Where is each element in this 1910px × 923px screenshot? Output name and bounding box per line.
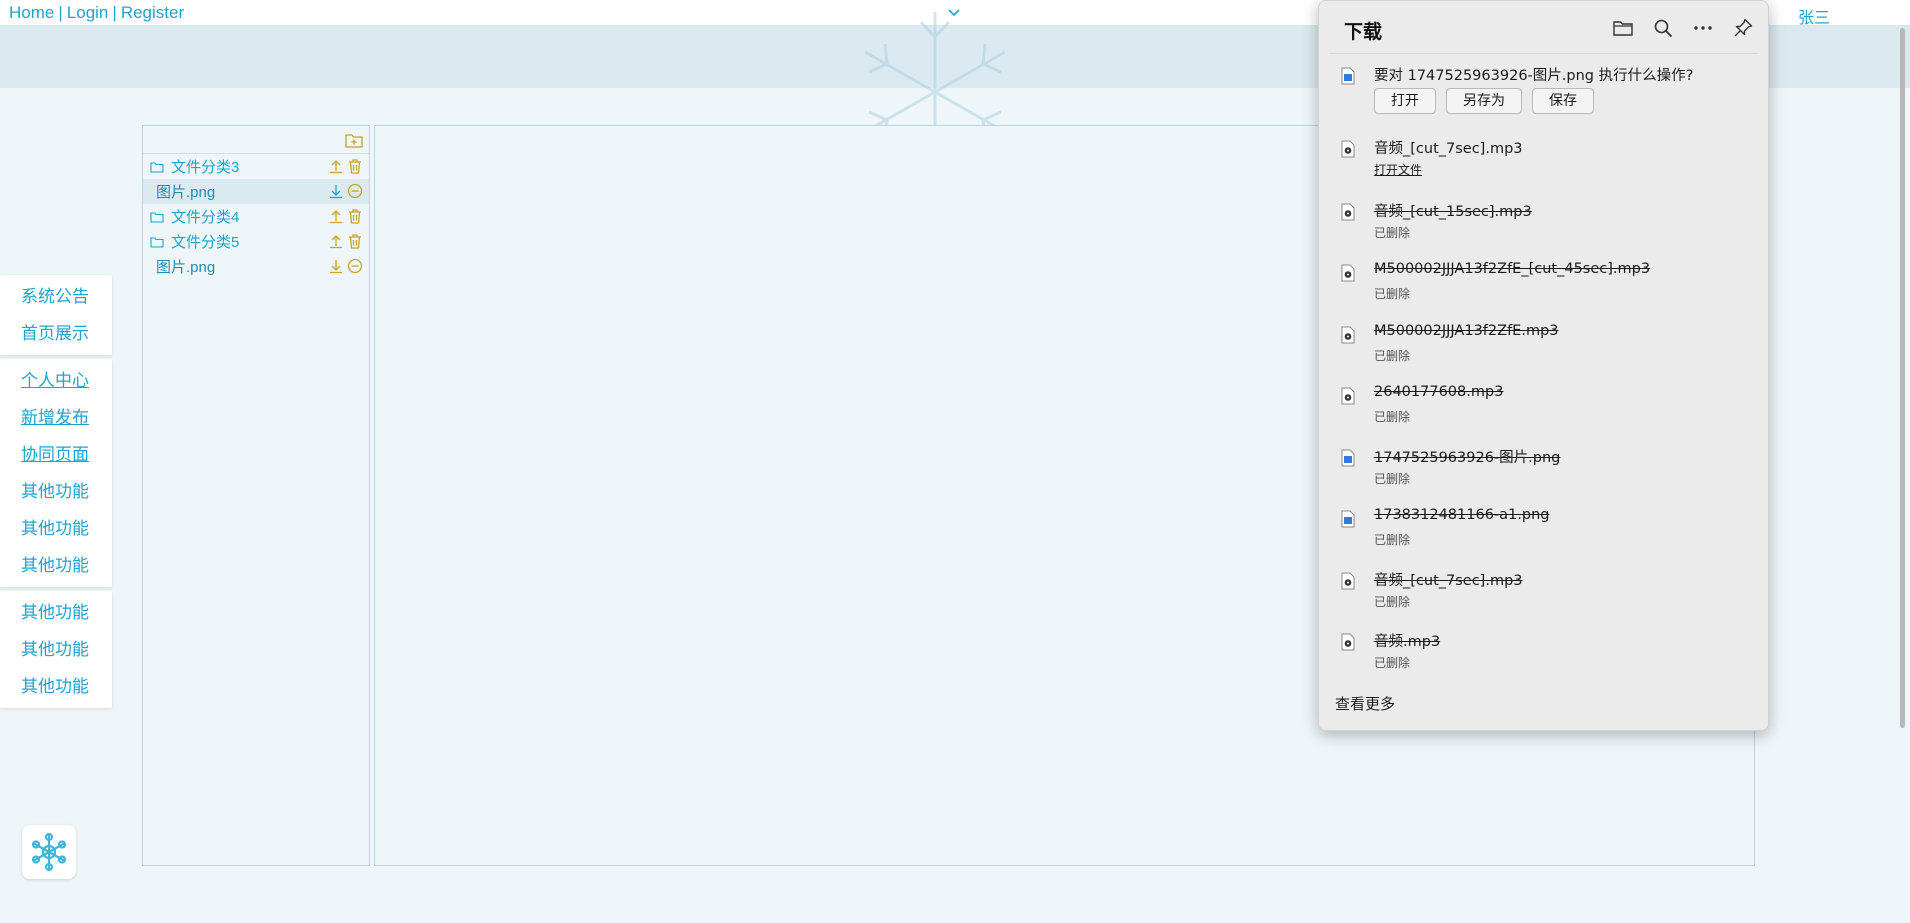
audio-file-icon	[1341, 326, 1355, 344]
side-menu: 系统公告 首页展示 个人中心 新增发布 协同页面 其他功能 其他功能 其他功能 …	[0, 275, 112, 712]
site-logo[interactable]	[22, 825, 76, 879]
upload-icon[interactable]	[328, 158, 344, 174]
trash-icon[interactable]	[347, 233, 363, 249]
downloads-toolbar	[1612, 17, 1754, 39]
download-filename: 音频_[cut_7sec].mp3	[1374, 573, 1523, 589]
download-filename: M500002JJJA13f2ZfE.mp3	[1374, 323, 1559, 339]
file-row[interactable]: 图片.png	[143, 179, 369, 204]
divider	[1329, 53, 1758, 54]
downloads-panel: 下载 要对 1747525963926-图片.png 执行什么操作? 打开 另存…	[1318, 0, 1769, 731]
nav-home-link[interactable]: Home	[9, 3, 54, 23]
open-folder-icon[interactable]	[1612, 17, 1634, 39]
menu-item-other[interactable]: 其他功能	[0, 631, 112, 668]
download-status: 已删除	[1374, 349, 1411, 363]
download-status: 已删除	[1374, 656, 1411, 670]
audio-file-icon	[1341, 264, 1355, 282]
download-filename: 1738312481166-a1.png	[1374, 507, 1550, 523]
menu-item-other[interactable]: 其他功能	[0, 547, 112, 584]
scrollbar-thumb[interactable]	[1900, 28, 1905, 728]
audio-file-icon	[1341, 387, 1355, 405]
menu-group-1: 系统公告 首页展示	[0, 275, 112, 355]
save-as-button[interactable]: 另存为	[1446, 88, 1522, 114]
menu-item-home-display[interactable]: 首页展示	[0, 315, 112, 352]
menu-group-2: 个人中心 新增发布 协同页面 其他功能 其他功能 其他功能	[0, 359, 112, 587]
top-nav: Home | Login | Register	[9, 3, 184, 23]
upload-icon[interactable]	[328, 208, 344, 224]
save-button[interactable]: 保存	[1532, 88, 1594, 114]
search-icon[interactable]	[1652, 17, 1674, 39]
download-status: 已删除	[1374, 472, 1411, 486]
nav-separator: |	[112, 3, 117, 22]
trash-icon[interactable]	[347, 158, 363, 174]
folder-icon	[150, 236, 164, 248]
page-scrollbar[interactable]	[1899, 28, 1907, 728]
download-filename: 音频_[cut_15sec].mp3	[1374, 204, 1532, 220]
folder-name: 文件分类4	[171, 209, 240, 226]
download-status: 已删除	[1374, 226, 1411, 240]
menu-item-other[interactable]: 其他功能	[0, 510, 112, 547]
folder-name: 文件分类5	[171, 234, 240, 251]
audio-file-icon	[1341, 633, 1355, 651]
download-filename: 音频.mp3	[1374, 634, 1441, 650]
trash-icon[interactable]	[347, 208, 363, 224]
remove-circle-icon[interactable]	[347, 258, 363, 274]
folder-row[interactable]: 文件分类3	[143, 154, 369, 179]
audio-file-icon	[1341, 572, 1355, 590]
menu-item-announcement[interactable]: 系统公告	[0, 278, 112, 315]
download-status: 已删除	[1374, 410, 1411, 424]
file-tree-panel: 文件分类3 图片.png 文件分类4 文件分类5 图片.png	[142, 125, 370, 866]
nav-login-link[interactable]: Login	[67, 3, 109, 23]
folder-row[interactable]: 文件分类5	[143, 229, 369, 254]
download-status: 已删除	[1374, 287, 1411, 301]
menu-item-collab-page[interactable]: 协同页面	[0, 436, 112, 473]
nav-separator: |	[58, 3, 63, 22]
download-filename: 2640177608.mp3	[1374, 384, 1504, 400]
download-icon[interactable]	[328, 183, 344, 199]
download-filename: 音频_[cut_7sec].mp3	[1374, 141, 1523, 157]
file-name: 图片.png	[156, 259, 216, 276]
download-status: 已删除	[1374, 533, 1411, 547]
open-file-link[interactable]: 打开文件	[1374, 161, 1422, 178]
menu-item-new-publish[interactable]: 新增发布	[0, 399, 112, 436]
folder-icon	[150, 211, 164, 223]
menu-group-3: 其他功能 其他功能 其他功能	[0, 591, 112, 708]
new-folder-icon[interactable]	[345, 132, 363, 148]
remove-circle-icon[interactable]	[347, 183, 363, 199]
menu-item-other[interactable]: 其他功能	[0, 668, 112, 705]
download-actions: 打开 另存为 保存	[1374, 88, 1594, 114]
folder-row[interactable]: 文件分类4	[143, 204, 369, 229]
more-options-icon[interactable]	[1692, 17, 1714, 39]
image-file-icon	[1341, 510, 1355, 528]
file-tree-toolbar	[143, 126, 369, 154]
download-prompt: 要对 1747525963926-图片.png 执行什么操作?	[1374, 68, 1694, 84]
downloads-title: 下载	[1344, 21, 1383, 43]
download-icon[interactable]	[328, 258, 344, 274]
menu-item-personal-center[interactable]: 个人中心	[0, 362, 112, 399]
image-file-icon	[1341, 449, 1355, 467]
audio-file-icon	[1341, 203, 1355, 221]
image-file-icon	[1341, 67, 1355, 85]
file-name: 图片.png	[156, 184, 216, 201]
folder-name: 文件分类3	[171, 159, 240, 176]
nav-register-link[interactable]: Register	[121, 3, 184, 23]
menu-item-other[interactable]: 其他功能	[0, 473, 112, 510]
folder-icon	[150, 161, 164, 173]
username[interactable]: 张三	[1798, 4, 1830, 28]
download-filename: 1747525963926-图片.png	[1374, 450, 1561, 466]
audio-file-icon	[1341, 140, 1355, 158]
pin-icon[interactable]	[1732, 17, 1754, 39]
open-button[interactable]: 打开	[1374, 88, 1436, 114]
menu-item-other[interactable]: 其他功能	[0, 594, 112, 631]
upload-icon[interactable]	[328, 233, 344, 249]
see-more-link[interactable]: 查看更多	[1335, 693, 1395, 714]
file-row[interactable]: 图片.png	[143, 254, 369, 279]
download-status: 已删除	[1374, 595, 1411, 609]
download-filename: M500002JJJA13f2ZfE_[cut_45sec].mp3	[1374, 261, 1651, 277]
snowflake-logo-icon	[31, 832, 67, 872]
